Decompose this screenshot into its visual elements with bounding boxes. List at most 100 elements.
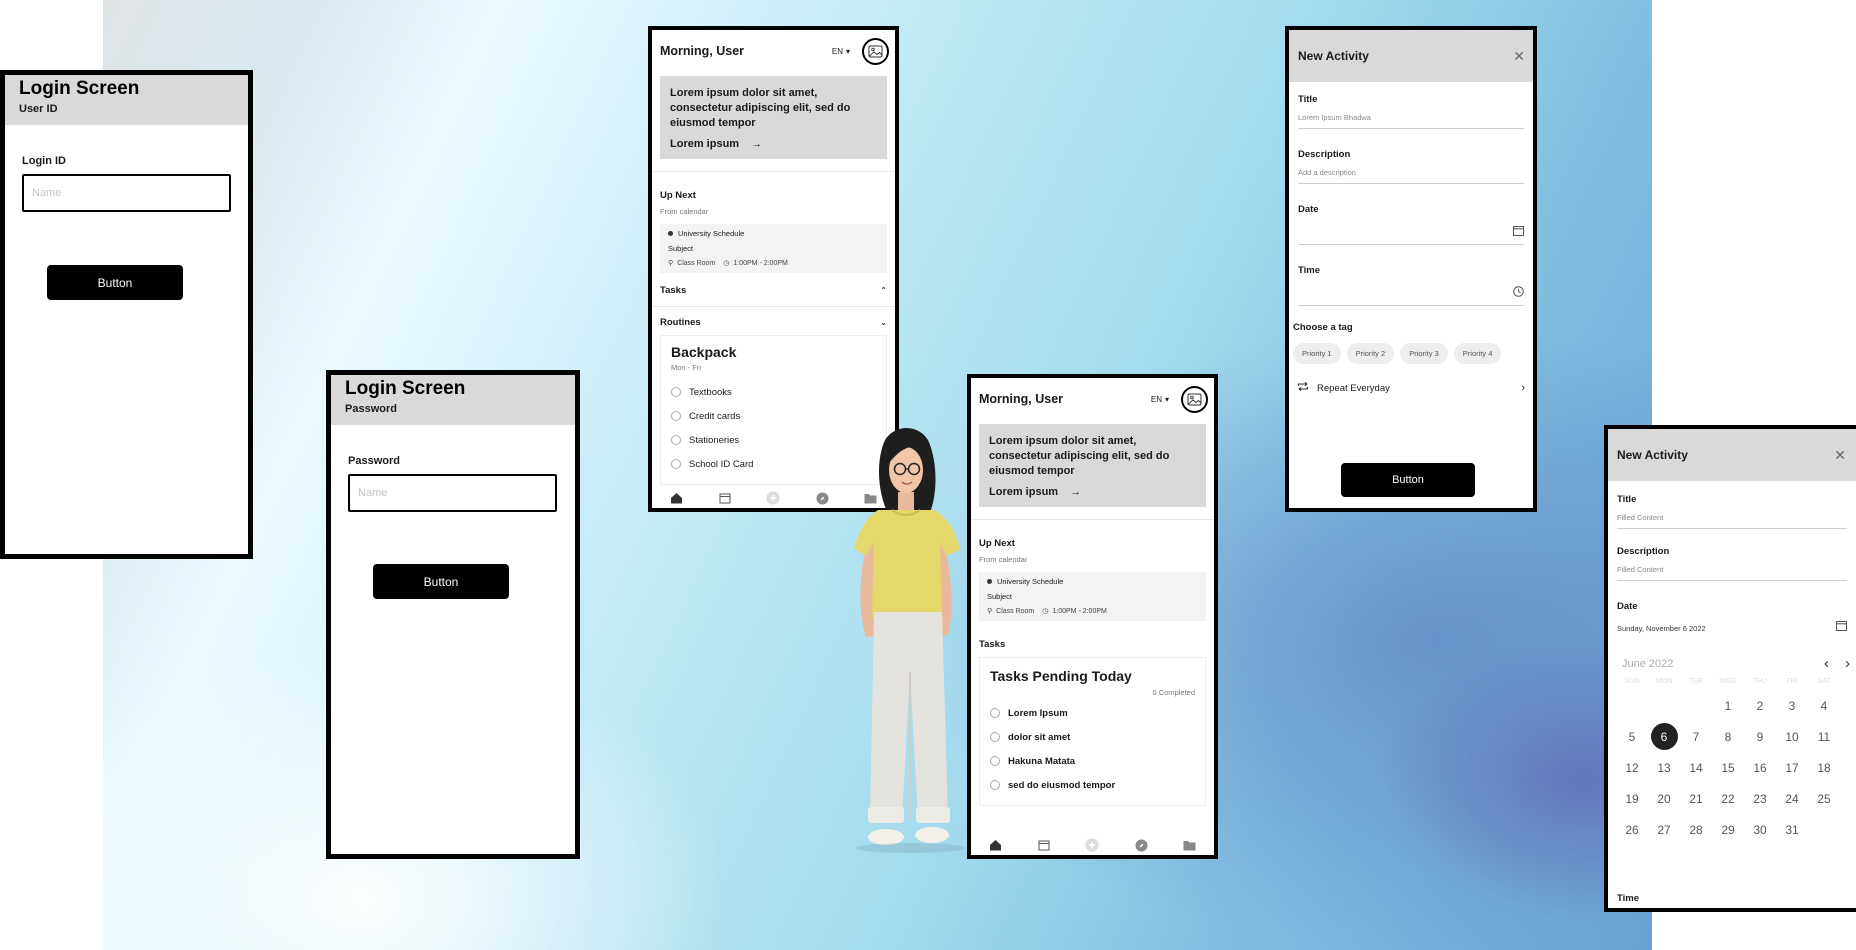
close-icon[interactable]: ✕ xyxy=(1513,48,1525,65)
chevron-left-icon[interactable]: ‹ xyxy=(1824,655,1829,672)
calendar-icon[interactable] xyxy=(1037,838,1051,852)
calendar-day[interactable]: 24 xyxy=(1776,783,1808,814)
date-field[interactable]: Date Sunday, November 6 2022 xyxy=(1608,601,1856,639)
calendar-day[interactable]: 18 xyxy=(1808,752,1840,783)
clock-icon[interactable] xyxy=(1513,286,1524,299)
date-input[interactable]: Sunday, November 6 2022 xyxy=(1617,620,1847,639)
calendar-day-label: 14 xyxy=(1689,760,1703,775)
calendar-day[interactable]: 15 xyxy=(1712,752,1744,783)
event-card[interactable]: University Schedule Subject ⚲ Class Room ◷… xyxy=(660,224,887,273)
calendar-day[interactable]: 29 xyxy=(1712,814,1744,845)
calendar-day[interactable]: 1 xyxy=(1712,690,1744,721)
checkbox[interactable] xyxy=(671,387,681,397)
from-calendar-label: From calendar xyxy=(979,555,1028,564)
description-input[interactable]: Add a description xyxy=(1298,168,1524,184)
login-button[interactable]: Button xyxy=(47,265,183,300)
promo-text: Lorem ipsum dolor sit amet, consectetur … xyxy=(670,87,851,129)
calendar-day[interactable]: 28 xyxy=(1680,814,1712,845)
time-field[interactable]: Time xyxy=(1608,893,1648,904)
title-input[interactable]: Lorem Ipsum Bhadwa xyxy=(1298,113,1524,129)
calendar-day[interactable]: 27 xyxy=(1648,814,1680,845)
calendar-day[interactable]: 20 xyxy=(1648,783,1680,814)
calendar-day[interactable]: 2 xyxy=(1744,690,1776,721)
repeat-row[interactable]: Repeat Everyday › xyxy=(1289,381,1533,395)
calendar-day[interactable]: 5 xyxy=(1616,721,1648,752)
calendar-day[interactable]: 3 xyxy=(1776,690,1808,721)
list-item[interactable]: Hakuna Matata xyxy=(990,749,1195,773)
checkbox[interactable] xyxy=(671,459,681,469)
time-input[interactable] xyxy=(1298,284,1524,306)
avatar[interactable] xyxy=(1181,385,1208,413)
calendar-day[interactable]: 14 xyxy=(1680,752,1712,783)
calendar-day[interactable]: 6 xyxy=(1648,721,1680,752)
list-item[interactable]: Lorem Ipsum xyxy=(990,701,1195,725)
calendar-day[interactable]: 11 xyxy=(1808,721,1840,752)
list-item[interactable]: Textbooks xyxy=(671,380,876,404)
tag-chip[interactable]: Priority 1 xyxy=(1293,343,1341,364)
calendar-icon[interactable] xyxy=(1513,225,1524,238)
calendar-day[interactable]: 12 xyxy=(1616,752,1648,783)
event-card[interactable]: University Schedule Subject ⚲ Class Room ◷… xyxy=(979,572,1206,621)
calendar-day[interactable]: 30 xyxy=(1744,814,1776,845)
calendar-day[interactable]: 16 xyxy=(1744,752,1776,783)
login-id-input[interactable]: Name xyxy=(22,174,231,212)
new-activity-form: New Activity ✕ Title Lorem Ipsum Bhadwa … xyxy=(1285,26,1537,512)
calendar-day[interactable]: 23 xyxy=(1744,783,1776,814)
calendar-day[interactable]: 8 xyxy=(1712,721,1744,752)
close-icon[interactable]: ✕ xyxy=(1834,447,1846,464)
calendar-day[interactable]: 10 xyxy=(1776,721,1808,752)
tag-chip[interactable]: Priority 2 xyxy=(1346,343,1395,364)
checkbox[interactable] xyxy=(671,435,681,445)
tasks-section-header[interactable]: Tasks ⌃ xyxy=(652,285,895,296)
new-activity-header: New Activity ✕ xyxy=(1608,429,1856,481)
calendar-icon[interactable] xyxy=(718,491,732,505)
folder-icon[interactable] xyxy=(1183,838,1197,852)
compass-icon[interactable] xyxy=(1134,838,1148,852)
checkbox[interactable] xyxy=(671,411,681,421)
avatar[interactable] xyxy=(862,37,889,65)
tag-chip[interactable]: Priority 3 xyxy=(1400,343,1448,364)
language-select[interactable]: EN ▾ xyxy=(1151,395,1169,404)
time-field[interactable]: Time xyxy=(1289,265,1533,306)
add-icon[interactable] xyxy=(1085,838,1100,852)
calendar-day[interactable]: 31 xyxy=(1776,814,1808,845)
add-icon[interactable] xyxy=(766,491,781,505)
date-input[interactable] xyxy=(1298,223,1524,245)
chevron-right-icon[interactable]: › xyxy=(1845,655,1850,672)
tasks-section-header[interactable]: Tasks xyxy=(971,639,1214,650)
calendar-day[interactable]: 13 xyxy=(1648,752,1680,783)
promo-link[interactable]: Lorem ipsum → xyxy=(670,138,877,150)
calendar-icon[interactable] xyxy=(1836,620,1847,633)
list-item[interactable]: dolor sit amet xyxy=(990,725,1195,749)
promo-banner[interactable]: Lorem ipsum dolor sit amet, consectetur … xyxy=(660,76,887,159)
compass-icon[interactable] xyxy=(815,491,829,505)
calendar-day[interactable]: 7 xyxy=(1680,721,1712,752)
login-button[interactable]: Button xyxy=(373,564,509,599)
promo-link[interactable]: Lorem ipsum → xyxy=(989,486,1196,498)
dashboard-topbar: Morning, User EN ▾ xyxy=(971,378,1214,420)
home-icon[interactable] xyxy=(669,491,683,505)
calendar-day[interactable]: 22 xyxy=(1712,783,1744,814)
submit-button[interactable]: Button xyxy=(1341,463,1475,497)
tag-chip[interactable]: Priority 4 xyxy=(1453,343,1502,364)
promo-banner[interactable]: Lorem ipsum dolor sit amet, consectetur … xyxy=(979,424,1206,507)
description-field[interactable]: Description Filled Content xyxy=(1608,546,1856,581)
description-field[interactable]: Description Add a description xyxy=(1289,149,1533,184)
calendar-day[interactable]: 25 xyxy=(1808,783,1840,814)
list-item[interactable]: sed do eiusmod tempor xyxy=(990,773,1195,797)
title-field[interactable]: Title Lorem Ipsum Bhadwa xyxy=(1289,94,1533,129)
title-input[interactable]: Filled Content xyxy=(1617,513,1847,529)
date-field[interactable]: Date xyxy=(1289,204,1533,245)
calendar-day[interactable]: 4 xyxy=(1808,690,1840,721)
calendar-day[interactable]: 19 xyxy=(1616,783,1648,814)
calendar-day[interactable]: 17 xyxy=(1776,752,1808,783)
password-input[interactable]: Name xyxy=(348,474,557,512)
calendar-day[interactable]: 9 xyxy=(1744,721,1776,752)
calendar-day[interactable]: 21 xyxy=(1680,783,1712,814)
title-field[interactable]: Title Filled Content xyxy=(1608,494,1856,529)
calendar-day[interactable]: 26 xyxy=(1616,814,1648,845)
description-input[interactable]: Filled Content xyxy=(1617,565,1847,581)
language-select[interactable]: EN ▾ xyxy=(832,47,850,56)
login-title: Login Screen xyxy=(345,378,466,399)
routines-section-header[interactable]: Routines ⌄ xyxy=(652,317,895,328)
